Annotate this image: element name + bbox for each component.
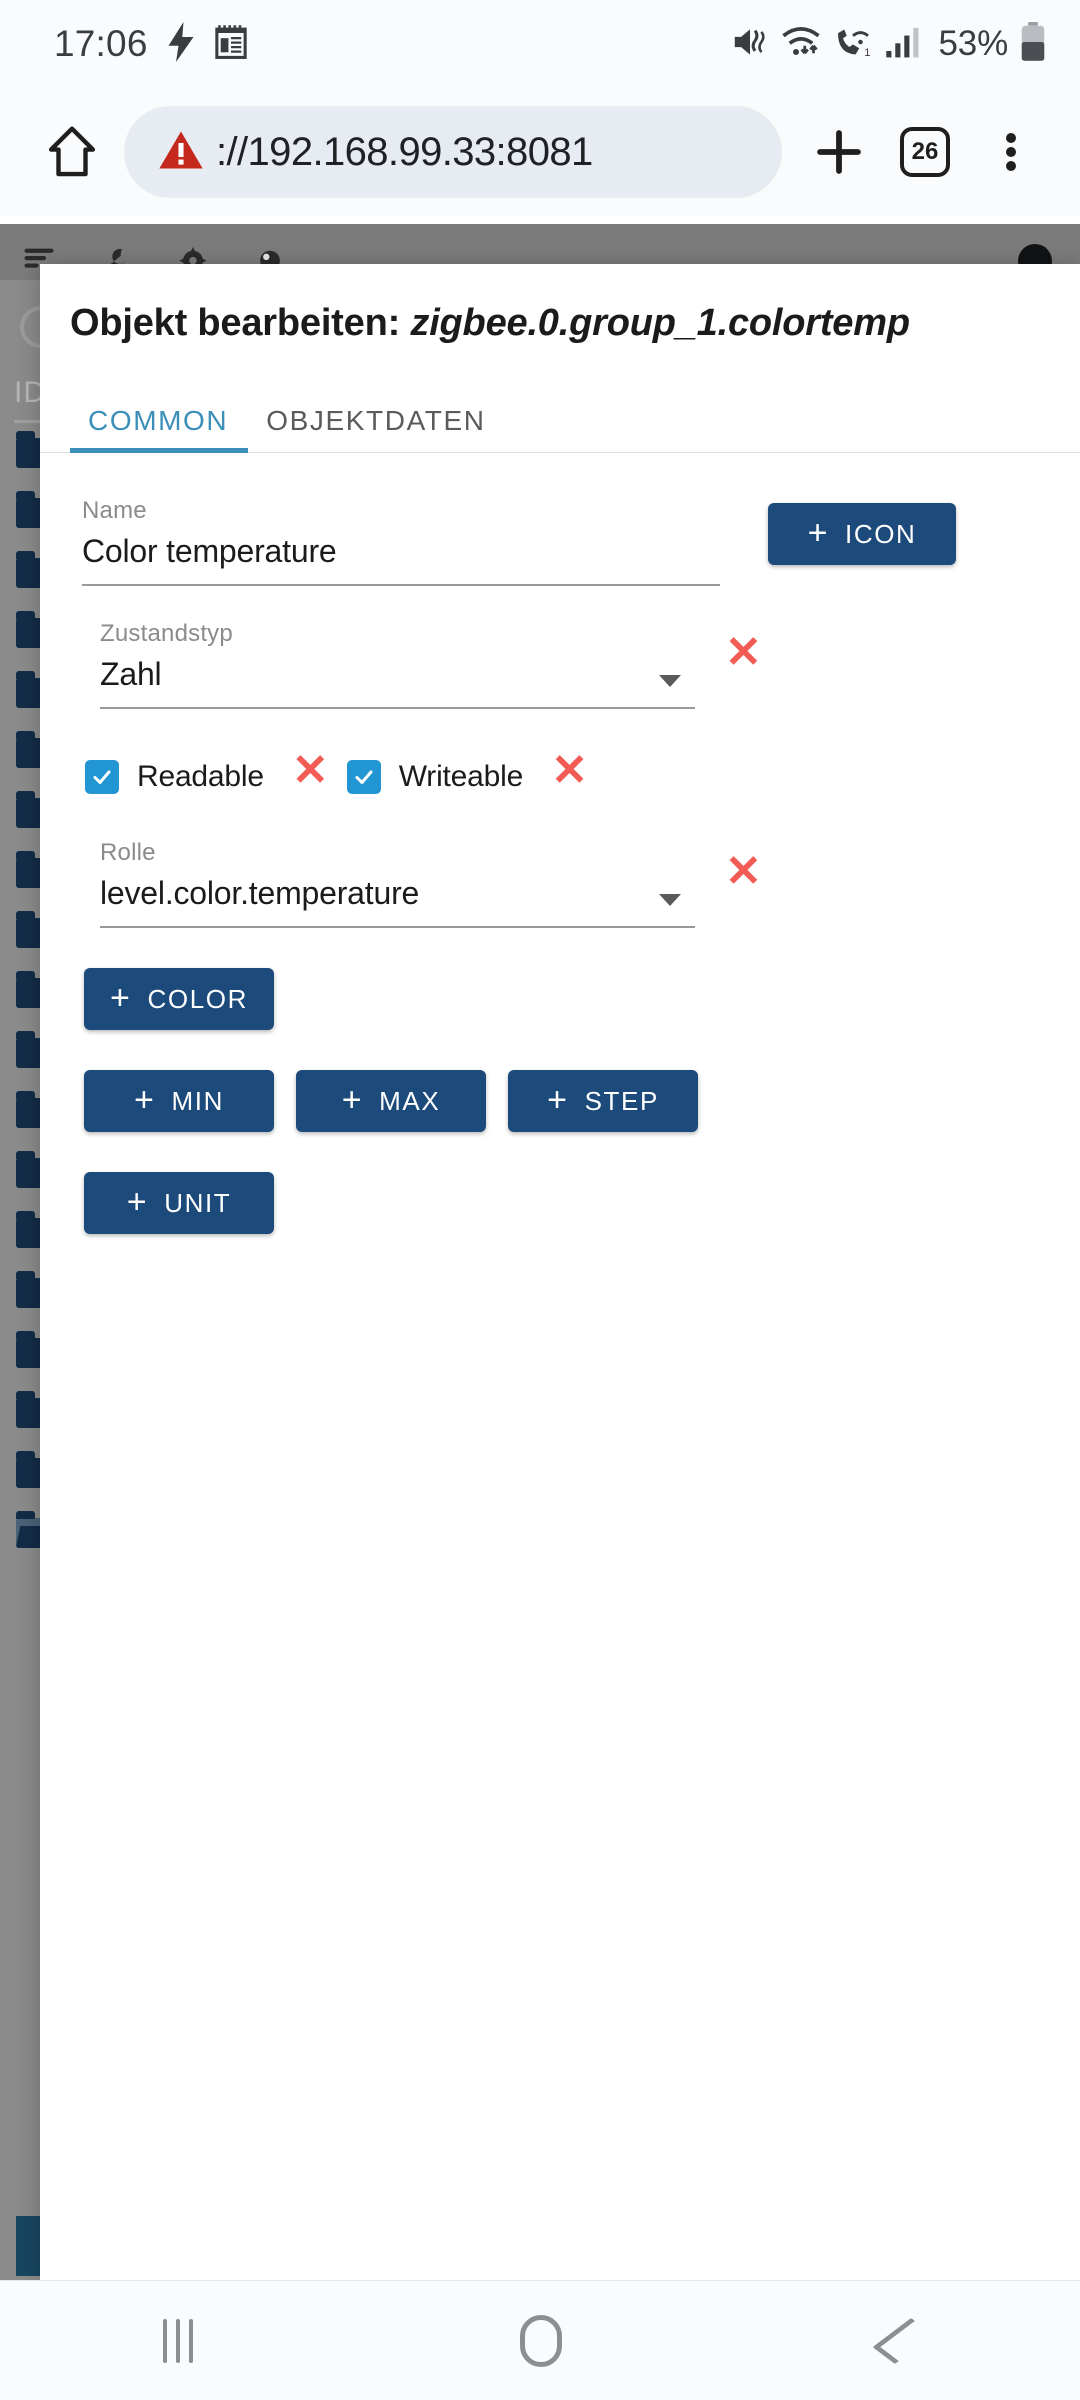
add-unit-button-label: UNIT [164,1187,232,1218]
wifi-icon [781,25,821,64]
recents-bar [189,2318,194,2363]
new-tab-plus-icon[interactable] [796,109,882,195]
writeable-checkbox[interactable] [346,760,381,794]
name-field[interactable]: Name Color temperature [82,497,720,586]
warning-triangle-icon [158,129,204,176]
tab-common[interactable]: COMMON [70,405,249,453]
name-row: Name Color temperature + ICON [70,497,1050,586]
state-type-underline [100,707,695,709]
add-unit-button[interactable]: + UNIT [84,1172,274,1234]
plus-icon: + [134,1080,156,1119]
status-bar-right: 1 53% [731,21,1046,67]
add-max-button[interactable]: + MAX [296,1070,486,1132]
add-buttons-row-2: + MIN + MAX + STEP [70,1070,1050,1132]
clear-readable-icon[interactable]: ✕ [292,749,329,793]
clear-role-icon[interactable]: ✕ [725,850,762,894]
kebab-dot [1006,161,1016,171]
phone-screen: 17:06 1 53%://192.168.99.33:8081 26 ID … [0,0,1080,2400]
role-label: Rolle [100,839,156,866]
recents-bar [163,2318,168,2363]
add-icon-button[interactable]: + ICON [768,503,956,565]
readable-checkbox[interactable] [85,760,119,794]
plus-icon: + [807,513,830,552]
plus-icon: + [110,978,132,1017]
home-icon[interactable] [30,110,114,194]
role-underline [100,926,695,928]
name-input[interactable]: Color temperature [82,533,720,584]
writeable-label: Writeable [398,760,524,793]
readable-label: Readable [137,760,264,793]
name-label: Name [82,497,147,524]
recents-button[interactable] [163,2318,194,2363]
android-nav-bar [0,2280,1080,2400]
url-text: ://192.168.99.33:8081 [216,129,593,174]
plus-icon: + [126,1182,149,1221]
recents-bar [176,2318,181,2363]
role-row: Rolle level.color.temperature ✕ [70,839,1050,928]
kebab-menu-icon[interactable] [968,109,1054,195]
state-type-value[interactable]: Zahl [100,656,695,707]
chevron-down-icon[interactable] [659,894,681,906]
home-button[interactable] [519,2314,562,2367]
tab-switcher-button[interactable]: 26 [882,109,968,195]
add-min-button-label: MIN [171,1085,224,1116]
battery-percent-label: 53% [938,24,1009,63]
add-icon-button-label: ICON [845,518,917,549]
back-button[interactable] [871,2317,934,2364]
dialog-title-prefix: Objekt bearbeiten: [70,302,411,344]
url-bar[interactable]: ://192.168.99.33:8081 [124,106,782,198]
dialog-form: Name Color temperature + ICON Zustandsty… [40,497,1080,1234]
plus-icon: + [547,1080,569,1119]
role-value[interactable]: level.color.temperature [100,875,695,926]
add-color-button[interactable]: + COLOR [84,968,274,1030]
calendar-icon [214,24,248,65]
tab-objektdaten[interactable]: OBJEKTDATEN [248,405,505,453]
state-type-label: Zustandstyp [100,620,233,647]
add-color-button-label: COLOR [147,983,248,1014]
role-field[interactable]: Rolle level.color.temperature [100,839,695,928]
dialog-title: Objekt bearbeiten: zigbee.0.group_1.colo… [40,264,1080,345]
kebab-dot [1006,147,1016,157]
chevron-down-icon[interactable] [659,675,681,687]
add-buttons-row-1: + COLOR [70,968,1050,1030]
plus-icon: + [341,1080,364,1119]
call-wifi-icon: 1 [833,25,873,64]
state-type-row: Zustandstyp Zahl ✕ [70,620,1050,709]
battery-icon [1020,21,1046,67]
clear-state-type-icon[interactable]: ✕ [725,631,762,675]
add-step-button-label: STEP [584,1085,659,1116]
edit-object-dialog: Objekt bearbeiten: zigbee.0.group_1.colo… [40,264,1080,2280]
add-min-button[interactable]: + MIN [84,1070,274,1132]
dialog-object-id: zigbee.0.group_1.colortemp [410,302,910,344]
clear-writeable-icon[interactable]: ✕ [551,749,588,793]
flags-row: Readable ✕ Writeable ✕ [70,749,1050,805]
signal-bars-icon [885,25,921,64]
svg-text:1: 1 [864,46,870,58]
add-buttons-row-3: + UNIT [70,1172,1050,1234]
dialog-tabs: COMMON OBJEKTDATEN [40,381,1080,453]
status-bar-left: 17:06 [54,21,248,67]
status-clock: 17:06 [54,23,148,64]
tab-count-label: 26 [900,127,950,177]
name-underline [82,584,720,586]
kebab-dot [1006,133,1016,143]
state-type-field[interactable]: Zustandstyp Zahl [100,620,695,709]
bolt-charging-icon [166,21,196,67]
android-status-bar: 17:06 1 53% [0,0,1080,88]
add-max-button-label: MAX [379,1085,441,1116]
browser-toolbar: ://192.168.99.33:8081 26 [0,88,1080,216]
add-step-button[interactable]: + STEP [508,1070,698,1132]
mute-vibrate-icon [731,25,769,64]
